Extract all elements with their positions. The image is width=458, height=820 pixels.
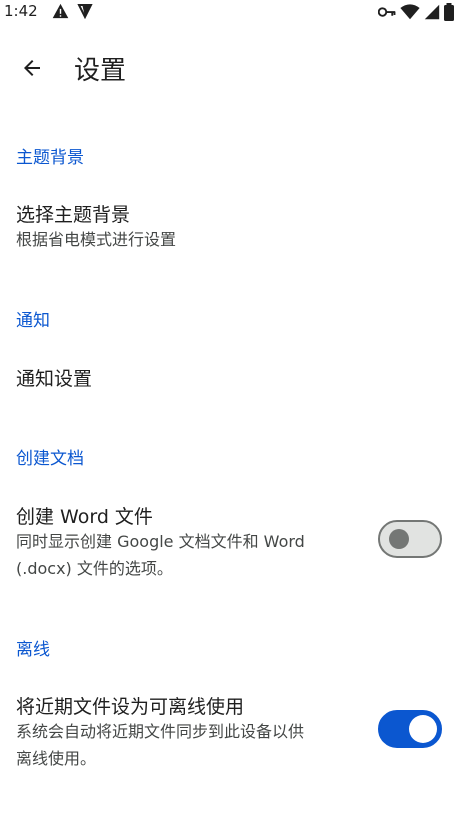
section-header-notifications: 通知 [16,311,50,331]
toggle-thumb [409,715,437,743]
create-word-file-toggle[interactable] [378,520,442,558]
status-left-icons [52,3,93,19]
offline-recent-files-subtitle-line1: 系统会自动将近期文件同步到此设备以供 [16,722,305,741]
toggle-thumb [389,529,409,549]
wifi-icon [400,4,420,20]
choose-theme-title: 选择主题背景 [16,204,131,226]
section-header-theme: 主题背景 [16,148,84,168]
battery-icon [444,3,454,21]
back-button[interactable] [8,44,56,92]
choose-theme-subtitle: 根据省电模式进行设置 [16,230,177,249]
notification-settings-title: 通知设置 [16,368,93,390]
status-right-icons [378,3,454,21]
offline-recent-files-toggle[interactable] [378,710,442,748]
create-word-file-item[interactable]: 创建 Word 文件 同时显示创建 Google 文档文件和 Word (.do… [0,486,458,592]
status-time: 1:42 [4,2,38,20]
page-title: 设置 [74,56,127,86]
warning-icon [52,3,69,19]
create-word-file-subtitle-line2: (.docx) 文件的选项。 [16,559,173,578]
offline-recent-files-subtitle-line2: 离线使用。 [16,749,97,768]
vpn-key-icon [378,7,396,17]
create-word-file-title: 创建 Word 文件 [16,506,153,528]
section-header-create-docs: 创建文档 [16,449,84,469]
no-data-signal-icon [77,4,93,19]
status-bar: 1:42 [0,0,458,24]
app-bar: 设置 [0,40,458,96]
section-header-offline: 离线 [16,640,50,660]
offline-recent-files-item[interactable]: 将近期文件设为可离线使用 系统会自动将近期文件同步到此设备以供 离线使用。 [0,676,458,786]
offline-recent-files-title: 将近期文件设为可离线使用 [16,696,245,718]
arrow-back-icon [24,60,40,76]
notification-settings-item[interactable]: 通知设置 [0,346,458,410]
cell-signal-icon [424,4,440,20]
choose-theme-item[interactable]: 选择主题背景 根据省电模式进行设置 [0,186,458,270]
create-word-file-subtitle-line1: 同时显示创建 Google 文档文件和 Word [16,532,305,551]
